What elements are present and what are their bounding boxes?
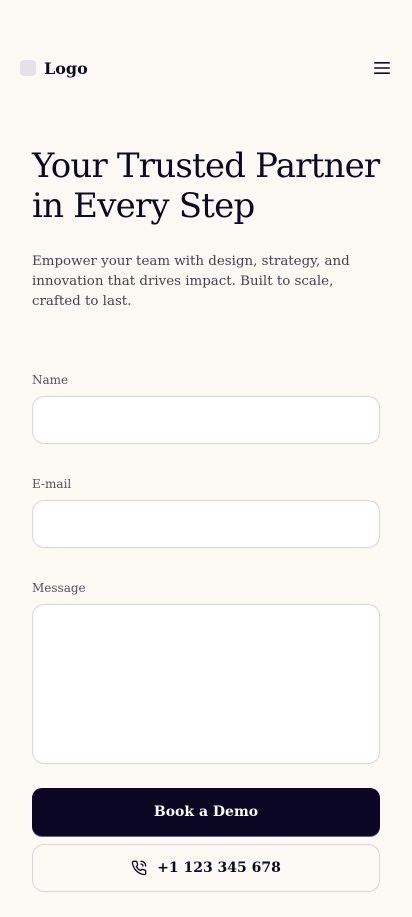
menu-button[interactable] [372, 58, 392, 78]
hamburger-menu-icon [373, 61, 391, 75]
phone-icon [131, 860, 147, 876]
message-field-group: Message [32, 580, 380, 764]
email-field-group: E-mail [32, 476, 380, 548]
name-input[interactable] [32, 396, 380, 444]
book-demo-button[interactable]: Book a Demo [32, 788, 380, 836]
hero-subtitle: Empower your team with design, strategy,… [32, 254, 350, 309]
logo-text: Logo [44, 58, 88, 78]
hero-section: Your Trusted Partner in Every Step Empow… [32, 146, 380, 312]
name-field-group: Name [32, 372, 380, 444]
name-label: Name [32, 373, 69, 387]
phone-button[interactable]: +1 123 345 678 [32, 844, 380, 892]
email-input[interactable] [32, 500, 380, 548]
hero-title: Your Trusted Partner in Every Step [32, 146, 380, 226]
contact-form: Name E-mail Message Book a Demo +1 123 3… [32, 372, 380, 892]
message-textarea[interactable] [32, 604, 380, 764]
phone-number-label: +1 123 345 678 [157, 860, 281, 876]
site-header: Logo [20, 56, 392, 80]
logo[interactable]: Logo [20, 59, 88, 78]
logo-mark-icon [20, 60, 36, 76]
email-label: E-mail [32, 477, 72, 491]
message-label: Message [32, 581, 86, 595]
